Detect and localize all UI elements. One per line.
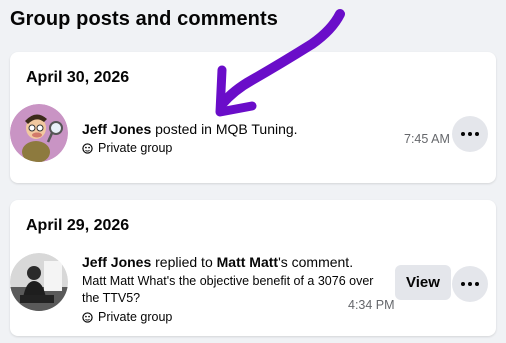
person-photo-avatar <box>10 253 68 311</box>
activity-card: April 29, 2026 Jeff Jones replied to Mat… <box>10 200 496 336</box>
activity-text: Jeff Jones replied to Matt Matt's commen… <box>82 253 392 326</box>
privacy-meta: Private group <box>82 139 382 157</box>
view-button[interactable]: View <box>395 265 451 300</box>
activity-date: April 30, 2026 <box>26 69 130 86</box>
privacy-label: Private group <box>98 310 173 324</box>
more-options-button[interactable] <box>452 266 488 302</box>
group-privacy-icon <box>82 311 93 323</box>
activity-card: April 30, 2026 Jeff Jones posted in MQB … <box>10 52 496 183</box>
actor-name[interactable]: Jeff Jones <box>82 121 151 137</box>
more-options-icon <box>461 132 479 136</box>
group-name[interactable]: MQB Tuning. <box>216 121 298 137</box>
privacy-label: Private group <box>98 141 173 155</box>
cartoon-detective-avatar <box>10 104 68 162</box>
activity-date: April 29, 2026 <box>26 217 130 234</box>
activity-time: 7:45 AM <box>404 132 450 146</box>
avatar[interactable] <box>10 253 68 311</box>
activity-suffix: 's comment. <box>278 254 354 270</box>
actor-name[interactable]: Jeff Jones <box>82 254 151 270</box>
activity-verb: replied to <box>151 254 217 270</box>
more-options-icon <box>461 282 479 286</box>
activity-text: Jeff Jones posted in MQB Tuning. Private… <box>82 120 382 157</box>
comment-snippet: Matt Matt What's the objective benefit o… <box>82 274 374 305</box>
avatar[interactable] <box>10 104 68 162</box>
page-title: Group posts and comments <box>10 8 278 30</box>
activity-headline: Jeff Jones replied to Matt Matt's commen… <box>82 253 392 271</box>
privacy-meta: Private group <box>82 308 392 326</box>
more-options-button[interactable] <box>452 116 488 152</box>
group-privacy-icon <box>82 142 93 154</box>
activity-verb: posted in <box>151 121 216 137</box>
target-name[interactable]: Matt Matt <box>217 254 278 270</box>
activity-time: 4:34 PM <box>348 298 395 312</box>
activity-headline: Jeff Jones posted in MQB Tuning. <box>82 120 382 138</box>
